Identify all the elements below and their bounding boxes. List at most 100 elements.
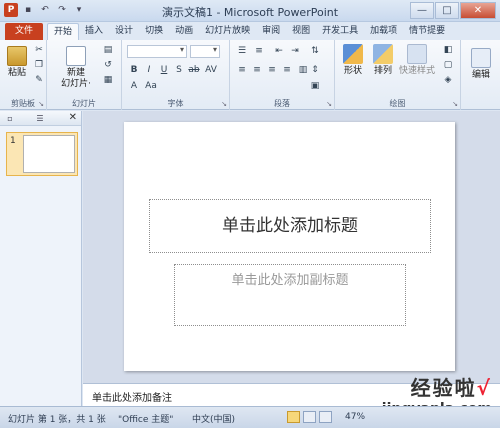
tab-transitions[interactable]: 切换 [139, 23, 169, 40]
tab-storyboarding[interactable]: 情节提要 [403, 23, 451, 40]
slide-info: 幻灯片 第 1 张，共 1 张 [8, 415, 106, 425]
tab-design[interactable]: 设计 [109, 23, 139, 40]
font-launcher-icon[interactable]: ↘ [221, 100, 227, 108]
align-right-icon[interactable]: ≡ [265, 64, 279, 76]
notes-placeholder[interactable]: 单击此处添加备注 [92, 389, 172, 404]
section-icon[interactable]: ▦ [101, 74, 115, 86]
increase-indent-icon[interactable]: ⇥ [288, 45, 302, 57]
slide-editing-area: 单击此处添加标题 单击此处添加副标题 [83, 111, 500, 383]
drawing-launcher-icon[interactable]: ↘ [452, 100, 458, 108]
tab-insert[interactable]: 插入 [79, 23, 109, 40]
reading-view-button[interactable] [319, 411, 332, 423]
editing-button[interactable]: 编辑 [467, 48, 495, 81]
reset-icon[interactable]: ↺ [101, 59, 115, 71]
format-painter-icon[interactable]: ✎ [32, 74, 46, 86]
drawing-group: 形状 排列 快速样式 ◧ ▢ ◈ 绘图 ↘ [335, 40, 461, 110]
shapes-icon [343, 44, 363, 64]
normal-view-button[interactable] [287, 411, 300, 423]
arrange-button[interactable]: 排列 [369, 44, 397, 77]
tab-view[interactable]: 视图 [286, 23, 316, 40]
font-group-label: 字体 [167, 99, 184, 108]
shadow-icon[interactable]: S [172, 64, 186, 76]
slides-group: 新建 幻灯片· ▤ ↺ ▦ 幻灯片 [47, 40, 122, 110]
new-slide-button[interactable]: 新建 幻灯片· [61, 46, 91, 90]
slide-canvas[interactable]: 单击此处添加标题 单击此处添加副标题 [124, 122, 455, 371]
close-button[interactable]: ✕ [460, 2, 496, 19]
bold-icon[interactable]: B [127, 64, 141, 76]
outline-tab-icon[interactable]: ☰ [34, 113, 46, 124]
align-text-icon[interactable]: ⇕ [308, 64, 322, 76]
shape-outline-icon[interactable]: ▢ [441, 59, 455, 71]
underline-icon[interactable]: U [157, 64, 171, 76]
slides-pane-header: ▫ ☰ ✕ [0, 111, 81, 126]
clipboard-group: 粘贴 ✂ ❐ ✎ 剪贴板 ↘ [0, 40, 47, 110]
quick-styles-button[interactable]: 快速样式 [397, 44, 437, 77]
theme-name[interactable]: "Office 主题" [118, 412, 173, 425]
justify-icon[interactable]: ≡ [280, 64, 294, 76]
slides-tab-icon[interactable]: ▫ [4, 113, 16, 124]
slides-group-label: 幻灯片 [72, 99, 96, 108]
ribbon-tabs: 文件 开始 插入 设计 切换 动画 幻灯片放映 审阅 视图 开发工具 加载项 情… [0, 22, 500, 40]
font-size-combo[interactable] [190, 45, 220, 58]
minimize-button[interactable]: — [410, 2, 434, 19]
shapes-button[interactable]: 形状 [339, 44, 367, 77]
tab-addins[interactable]: 加载项 [364, 23, 403, 40]
align-left-icon[interactable]: ≡ [235, 64, 249, 76]
paste-icon [7, 46, 27, 66]
language[interactable]: 中文(中国) [192, 412, 235, 425]
subtitle-placeholder[interactable]: 单击此处添加副标题 [174, 264, 406, 326]
slide-number: 1 [10, 136, 16, 146]
tab-file[interactable]: 文件 [5, 23, 44, 40]
title-bar: P ▪ ↶ ↷ ▾ 演示文稿1 - Microsoft PowerPoint —… [0, 0, 500, 22]
title-placeholder[interactable]: 单击此处添加标题 [149, 199, 431, 253]
shape-effects-icon[interactable]: ◈ [441, 74, 455, 86]
arrange-label: 排列 [373, 66, 392, 76]
numbering-icon[interactable]: ≡ [252, 45, 266, 57]
arrange-icon [373, 44, 393, 64]
align-center-icon[interactable]: ≡ [250, 64, 264, 76]
slide-sorter-button[interactable] [303, 411, 316, 423]
slide-thumbnail-row[interactable]: 1 [6, 132, 78, 176]
slides-pane: ▫ ☰ ✕ 1 [0, 111, 82, 406]
font-name-combo[interactable] [127, 45, 187, 58]
strikethrough-icon[interactable]: ab [187, 64, 201, 76]
close-pane-icon[interactable]: ✕ [69, 112, 77, 123]
new-slide-label: 新建 幻灯片· [61, 68, 91, 89]
slide-thumbnail[interactable] [23, 135, 75, 173]
smartart-icon[interactable]: ▣ [308, 80, 322, 92]
new-slide-icon [66, 46, 86, 66]
spacing-icon[interactable]: AV [204, 64, 218, 76]
bullets-icon[interactable]: ☰ [235, 45, 249, 57]
tab-slideshow[interactable]: 幻灯片放映 [199, 23, 256, 40]
decrease-indent-icon[interactable]: ⇤ [272, 45, 286, 57]
drawing-group-label: 绘图 [389, 99, 406, 108]
shape-fill-icon[interactable]: ◧ [441, 44, 455, 56]
layout-icon[interactable]: ▤ [101, 44, 115, 56]
text-direction-icon[interactable]: ⇅ [308, 45, 322, 57]
maximize-button[interactable]: □ [435, 2, 459, 19]
copy-icon[interactable]: ❐ [32, 59, 46, 71]
tab-animations[interactable]: 动画 [169, 23, 199, 40]
paste-label: 粘贴 [7, 68, 26, 78]
change-case-icon[interactable]: Aa [144, 80, 158, 92]
quick-styles-icon [407, 44, 427, 64]
paragraph-launcher-icon[interactable]: ↘ [326, 100, 332, 108]
find-icon [471, 48, 491, 68]
paragraph-group: ☰ ≡ ⇤ ⇥ ⇅ ≡ ≡ ≡ ≡ ▥ ⇕ ▣ 段落 ↘ [230, 40, 335, 110]
tab-review[interactable]: 审阅 [256, 23, 286, 40]
clipboard-launcher-icon[interactable]: ↘ [38, 100, 44, 108]
window-controls: — □ ✕ [410, 2, 496, 19]
font-group: B I U S ab AV A Aa 字体 ↘ [122, 40, 230, 110]
font-color-icon[interactable]: A [127, 80, 141, 92]
paste-button[interactable]: 粘贴 [5, 46, 29, 79]
zoom-level[interactable]: 47% [345, 412, 365, 422]
italic-icon[interactable]: I [142, 64, 156, 76]
status-bar: 幻灯片 第 1 张，共 1 张 "Office 主题" 中文(中国) 47% [0, 406, 500, 428]
editing-group: 编辑 [461, 40, 500, 110]
shapes-label: 形状 [343, 66, 362, 76]
tab-developer[interactable]: 开发工具 [316, 23, 364, 40]
tab-home[interactable]: 开始 [47, 23, 80, 40]
paragraph-group-label: 段落 [274, 99, 290, 108]
cut-icon[interactable]: ✂ [32, 44, 46, 56]
editing-label: 编辑 [471, 70, 490, 80]
